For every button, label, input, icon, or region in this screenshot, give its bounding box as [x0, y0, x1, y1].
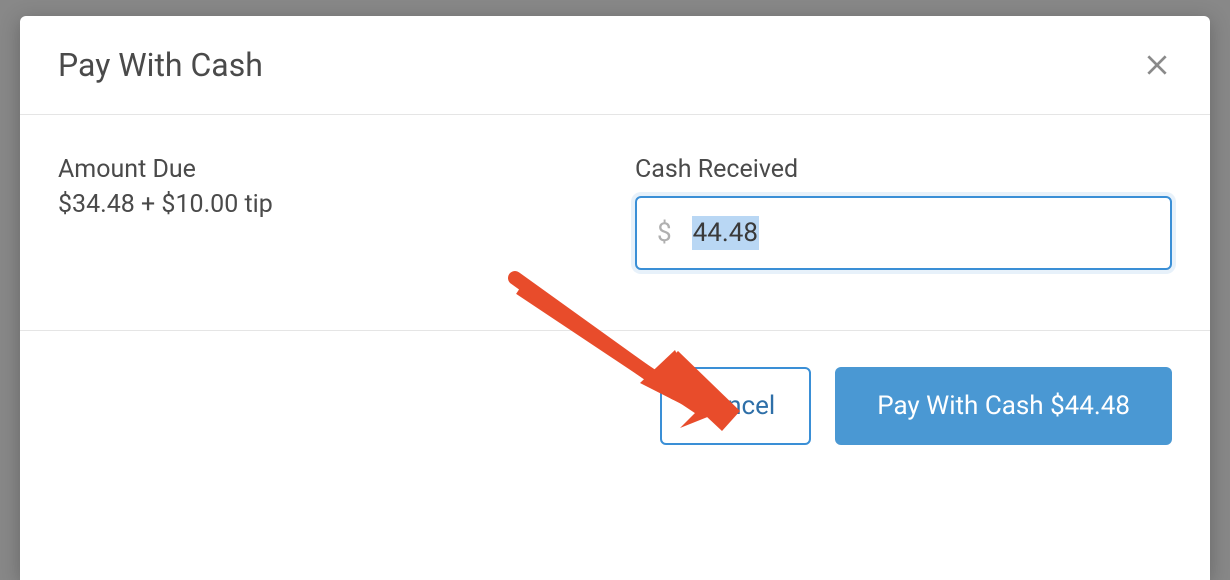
cash-received-input[interactable]: 44.48 [692, 216, 759, 250]
modal-footer: Cancel Pay With Cash $44.48 [20, 331, 1210, 481]
pay-with-cash-modal: Pay With Cash Amount Due $34.48 + $10.00… [20, 16, 1210, 580]
pay-with-cash-button[interactable]: Pay With Cash $44.48 [835, 367, 1172, 445]
cash-received-section: Cash Received $ 44.48 [635, 155, 1172, 270]
modal-header: Pay With Cash [20, 16, 1210, 115]
close-icon [1144, 52, 1170, 78]
modal-title: Pay With Cash [58, 46, 263, 84]
cash-received-label: Cash Received [635, 155, 1172, 184]
cash-received-input-wrapper[interactable]: $ 44.48 [635, 196, 1172, 270]
dollar-icon: $ [657, 218, 672, 248]
modal-body: Amount Due $34.48 + $10.00 tip Cash Rece… [20, 115, 1210, 331]
amount-due-label: Amount Due [58, 155, 595, 184]
amount-due-value: $34.48 + $10.00 tip [58, 190, 595, 219]
cancel-button[interactable]: Cancel [660, 367, 811, 445]
close-button[interactable] [1142, 50, 1172, 80]
amount-due-section: Amount Due $34.48 + $10.00 tip [58, 155, 595, 270]
